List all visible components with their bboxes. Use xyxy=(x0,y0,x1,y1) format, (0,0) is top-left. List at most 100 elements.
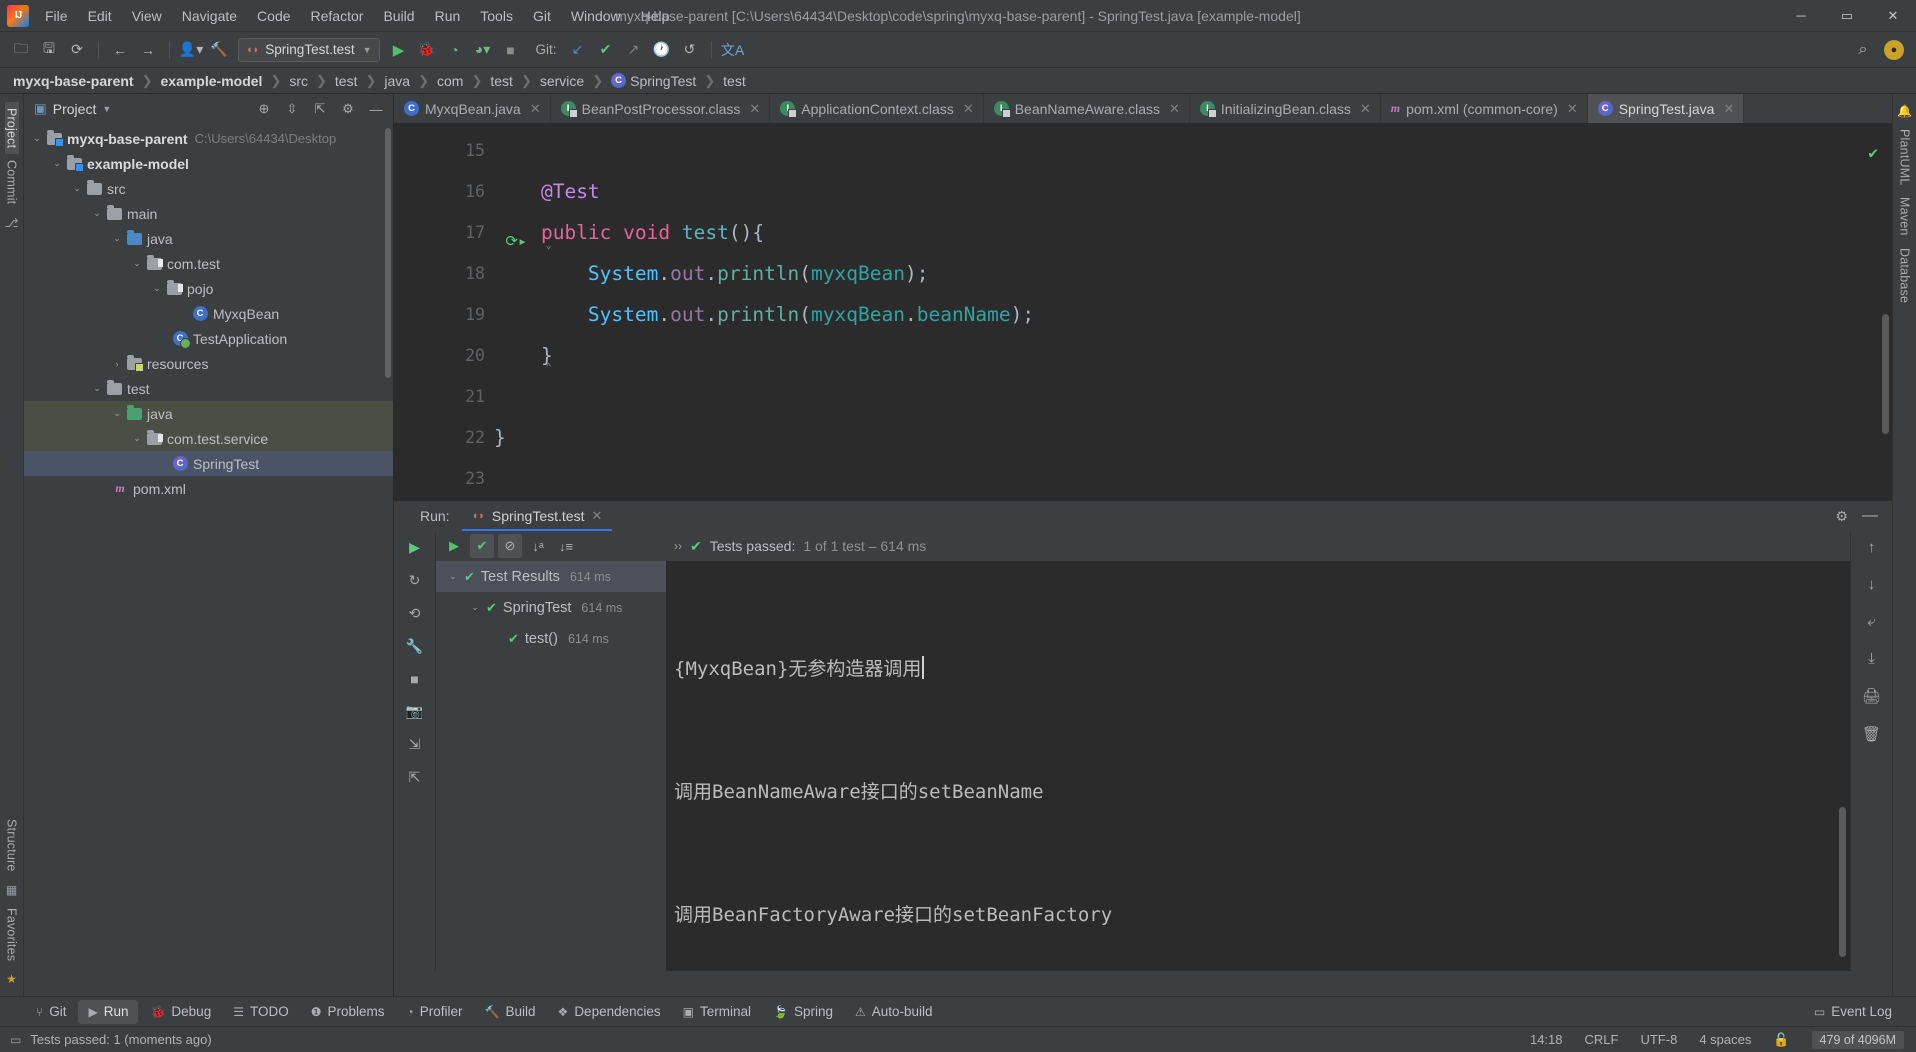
git-update-icon[interactable]: ↙ xyxy=(565,37,591,63)
tree-node-example-model[interactable]: ⌄ example-model xyxy=(24,151,393,176)
tree-node-test[interactable]: ⌄ test xyxy=(24,376,393,401)
menu-navigate[interactable]: Navigate xyxy=(172,0,247,31)
chevron-expanded-icon[interactable]: ⌄ xyxy=(50,158,64,169)
run-play-icon[interactable]: ▶ xyxy=(386,37,412,63)
tree-node-testapplication[interactable]: C TestApplication xyxy=(24,326,393,351)
editor-tab-pom-xml[interactable]: m pom.xml (common-core) ✕ xyxy=(1381,94,1588,123)
rail-tab-project[interactable]: Project xyxy=(4,102,19,155)
rerun-failed-icon[interactable]: ↻ xyxy=(409,572,421,589)
bookmark-star-icon[interactable]: ★ xyxy=(6,967,17,996)
user-profile-icon[interactable]: 👤▾ xyxy=(178,37,204,63)
close-icon[interactable]: ✕ xyxy=(1360,101,1371,117)
chevron-expanded-icon[interactable]: ⌄ xyxy=(30,133,44,144)
history-clock-icon[interactable]: 🕐 xyxy=(649,37,675,63)
save-icon[interactable]: 🖫 xyxy=(36,37,62,63)
camera-screenshot-icon[interactable]: 📷 xyxy=(406,703,423,720)
folder-open-icon[interactable]: 🗀 xyxy=(8,37,34,63)
hide-panel-icon[interactable]: — xyxy=(365,98,387,120)
chevron-expanded-icon[interactable]: ⌄ xyxy=(130,433,144,444)
tool-button-git[interactable]: ⑂ Git xyxy=(26,1000,76,1024)
scroll-to-end-icon[interactable]: ⤓ xyxy=(1868,650,1875,667)
user-account-icon[interactable]: ● xyxy=(1884,39,1904,60)
tool-button-run[interactable]: ▶ Run xyxy=(78,999,139,1024)
editor-tab-applicationcontext[interactable]: I ApplicationContext.class ✕ xyxy=(770,94,984,123)
collapse-all-icon[interactable]: ⇱ xyxy=(309,98,331,120)
arrow-right-icon[interactable]: → xyxy=(135,37,161,63)
minimize-button[interactable]: ─ xyxy=(1778,0,1824,31)
chevron-collapsed-icon[interactable]: › xyxy=(110,359,124,369)
rerun-play-icon[interactable]: ▶ xyxy=(409,539,420,556)
menu-window[interactable]: Window xyxy=(561,0,631,31)
tree-node-pom-xml[interactable]: m pom.xml xyxy=(24,476,393,501)
breadcrumb-item-project[interactable]: myxq-base-parent xyxy=(10,73,137,89)
close-button[interactable]: ✕ xyxy=(1870,0,1916,31)
tree-node-com-test-service[interactable]: ⌄ com.test.service xyxy=(24,426,393,451)
tree-node-java-test[interactable]: ⌄ java xyxy=(24,401,393,426)
tree-node-java-main[interactable]: ⌄ java xyxy=(24,226,393,251)
gear-icon[interactable]: ⚙ xyxy=(1825,508,1858,525)
console-output[interactable]: {MyxqBean}无参构造器调用 调用BeanNameAware接口的setB… xyxy=(666,561,1850,971)
tool-button-problems[interactable]: ❶ Problems xyxy=(301,1000,395,1024)
tool-button-todo[interactable]: ☰ TODO xyxy=(223,1000,299,1024)
run-with-coverage-icon[interactable]: ◔ xyxy=(442,37,468,63)
structure-icon[interactable]: ▦ xyxy=(6,878,17,902)
close-icon[interactable]: ✕ xyxy=(591,508,602,524)
tree-node-pojo[interactable]: ⌄ pojo xyxy=(24,276,393,301)
soft-wrap-icon[interactable]: ⤶ xyxy=(1867,613,1875,630)
chevron-expanded-icon[interactable]: ⌄ xyxy=(442,571,464,582)
tool-button-spring[interactable]: 🍃 Spring xyxy=(763,1000,843,1024)
close-icon[interactable]: ✕ xyxy=(1169,101,1180,117)
wrench-settings-icon[interactable]: 🔧 xyxy=(406,638,423,655)
tree-node-main[interactable]: ⌄ main xyxy=(24,201,393,226)
editor-gutter[interactable]: 15 16 17 ⟳▸ ⌄ 18 19 20 ⌃ 21 22 23 xyxy=(394,124,552,500)
editor-scrollbar[interactable] xyxy=(1882,314,1889,434)
tree-node-myxqbean[interactable]: C MyxqBean xyxy=(24,301,393,326)
breadcrumb-item-test[interactable]: test xyxy=(332,73,361,89)
breadcrumb-item-service[interactable]: service xyxy=(537,73,587,89)
test-node-springtest[interactable]: ⌄ ✔ SpringTest 614 ms xyxy=(436,592,666,623)
console-scrollbar[interactable] xyxy=(1839,807,1846,957)
tool-button-build[interactable]: 🔨 Build xyxy=(475,1000,546,1024)
breadcrumb-item-java[interactable]: java xyxy=(381,73,413,89)
menu-code[interactable]: Code xyxy=(247,0,300,31)
breadcrumb-item-com[interactable]: com xyxy=(434,73,466,89)
hammer-icon[interactable]: 🔨 xyxy=(206,37,232,63)
rail-tab-database[interactable]: Database xyxy=(1898,242,1912,309)
status-line-separator[interactable]: CRLF xyxy=(1585,1032,1619,1047)
run-tab-springtest-test[interactable]: ◖◗ SpringTest.test ✕ xyxy=(461,501,613,531)
close-icon[interactable]: ✕ xyxy=(1723,101,1734,117)
commit-branch-icon[interactable]: ⎇ xyxy=(5,211,19,235)
test-node-test-results[interactable]: ⌄ ✔ Test Results 614 ms xyxy=(436,561,666,592)
tool-button-terminal[interactable]: ▣ Terminal xyxy=(673,1000,761,1024)
stop-square-icon[interactable]: ■ xyxy=(498,37,524,63)
chevron-expanded-icon[interactable]: ⌄ xyxy=(130,258,144,269)
close-icon[interactable]: ✕ xyxy=(963,101,974,117)
tool-button-debug[interactable]: 🐞 Debug xyxy=(140,1000,221,1024)
chevron-expanded-icon[interactable]: ⌄ xyxy=(110,408,124,419)
tree-node-myxq-base-parent[interactable]: ⌄ myxq-base-parent C:\Users\64434\Deskto… xyxy=(24,126,393,151)
code-editor[interactable]: 15 16 17 ⟳▸ ⌄ 18 19 20 ⌃ 21 22 23 @Test … xyxy=(394,124,1892,500)
maximize-button[interactable]: ▭ xyxy=(1824,0,1870,31)
chevron-expanded-icon[interactable]: ⌄ xyxy=(90,208,104,219)
tree-node-springtest[interactable]: C SpringTest xyxy=(24,451,393,476)
export-tests-icon[interactable]: ⇱ xyxy=(409,769,421,786)
chevron-expanded-icon[interactable]: ⌄ xyxy=(110,233,124,244)
search-everywhere-icon[interactable]: ⌕ xyxy=(1850,37,1876,63)
menu-view[interactable]: View xyxy=(122,0,172,31)
status-indent[interactable]: 4 spaces xyxy=(1699,1032,1751,1047)
status-memory[interactable]: 479 of 4096M xyxy=(1811,1030,1904,1049)
tool-button-dependencies[interactable]: ❖ Dependencies xyxy=(548,1000,671,1024)
rail-tab-commit[interactable]: Commit xyxy=(5,154,19,210)
tool-button-event-log[interactable]: ▭ Event Log xyxy=(1804,1000,1902,1024)
rail-tab-favorites[interactable]: Favorites xyxy=(5,902,19,967)
import-tests-icon[interactable]: ⇲ xyxy=(409,736,421,753)
breadcrumb-item-class[interactable]: C SpringTest xyxy=(608,73,699,89)
rollback-icon[interactable]: ↺ xyxy=(677,37,703,63)
status-encoding[interactable]: UTF-8 xyxy=(1640,1032,1677,1047)
tree-node-com-test[interactable]: ⌄ com.test xyxy=(24,251,393,276)
editor-tab-beannameaware[interactable]: I BeanNameAware.class ✕ xyxy=(984,94,1190,123)
editor-tab-myxqbean[interactable]: C MyxqBean.java ✕ xyxy=(394,94,551,123)
close-icon[interactable]: ✕ xyxy=(1567,101,1578,117)
translate-icon[interactable]: 文A xyxy=(720,37,746,63)
git-push-icon[interactable]: ↗ xyxy=(621,37,647,63)
